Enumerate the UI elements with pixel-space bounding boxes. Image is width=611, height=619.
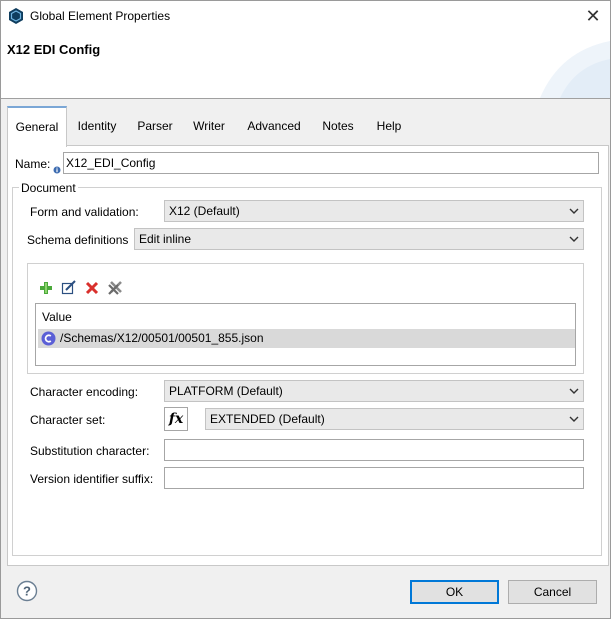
character-encoding-label: Character encoding: — [30, 385, 139, 399]
schema-definitions-select[interactable]: Edit inline — [134, 228, 584, 250]
mule-icon — [9, 8, 23, 24]
help-icon[interactable]: ? — [16, 580, 38, 602]
add-icon[interactable] — [38, 280, 54, 296]
table-row[interactable]: /Schemas/X12/00501/00501_855.json — [38, 329, 575, 348]
chevron-down-icon — [569, 208, 579, 214]
cancel-button[interactable]: Cancel — [508, 580, 597, 604]
schema-table: Value /Schemas/X12/00501/00501_855.json — [35, 303, 576, 366]
chevron-down-icon — [569, 388, 579, 394]
form-validation-select[interactable]: X12 (Default) — [164, 200, 584, 222]
version-suffix-input[interactable] — [164, 467, 584, 489]
tab-parser[interactable]: Parser — [133, 106, 177, 146]
info-icon — [53, 166, 61, 174]
character-set-label: Character set: — [30, 413, 106, 427]
substitution-character-input[interactable] — [164, 439, 584, 461]
edit-icon[interactable] — [61, 280, 77, 296]
tab-notes[interactable]: Notes — [316, 106, 360, 146]
substitution-character-label: Substitution character: — [30, 444, 150, 458]
form-validation-value: X12 (Default) — [169, 204, 240, 218]
svg-text:?: ? — [23, 584, 31, 599]
window-title: Global Element Properties — [30, 9, 171, 23]
title-bar: Global Element Properties ✕ — [1, 1, 610, 31]
tab-help[interactable]: Help — [369, 106, 409, 146]
tab-general[interactable]: General — [7, 106, 67, 147]
schema-definitions-value: Edit inline — [139, 232, 192, 246]
chevron-down-icon — [569, 416, 579, 422]
chevron-down-icon — [569, 236, 579, 242]
name-label: Name: — [15, 157, 51, 171]
schema-definitions-label: Schema definitions — [27, 233, 129, 247]
dialog-header: X12 EDI Config — [1, 31, 610, 99]
character-encoding-select[interactable]: PLATFORM (Default) — [164, 380, 584, 402]
delete-all-icon[interactable] — [107, 280, 123, 296]
form-validation-label: Form and validation: — [30, 205, 139, 219]
tab-identity[interactable]: Identity — [71, 106, 123, 146]
header-decoration-icon — [540, 41, 610, 98]
version-suffix-label: Version identifier suffix: — [30, 472, 154, 486]
delete-icon[interactable] — [84, 280, 100, 296]
fx-toggle-button[interactable]: fx — [164, 407, 188, 431]
table-header-value: Value — [42, 310, 72, 324]
character-set-value: EXTENDED (Default) — [210, 412, 325, 426]
ok-button[interactable]: OK — [410, 580, 499, 604]
name-input[interactable]: X12_EDI_Config — [63, 152, 599, 174]
character-encoding-value: PLATFORM (Default) — [169, 384, 283, 398]
schema-file-icon — [41, 331, 56, 346]
tab-bar: General Identity Parser Writer Advanced … — [7, 106, 607, 147]
document-group-title: Document — [19, 181, 78, 195]
schema-path: /Schemas/X12/00501/00501_855.json — [60, 331, 264, 345]
close-icon[interactable]: ✕ — [581, 5, 605, 27]
tab-writer[interactable]: Writer — [187, 106, 231, 146]
tab-advanced[interactable]: Advanced — [242, 106, 306, 146]
character-set-select[interactable]: EXTENDED (Default) — [205, 408, 584, 430]
dialog-window: Global Element Properties ✕ X12 EDI Conf… — [0, 0, 611, 619]
page-title: X12 EDI Config — [7, 42, 101, 57]
